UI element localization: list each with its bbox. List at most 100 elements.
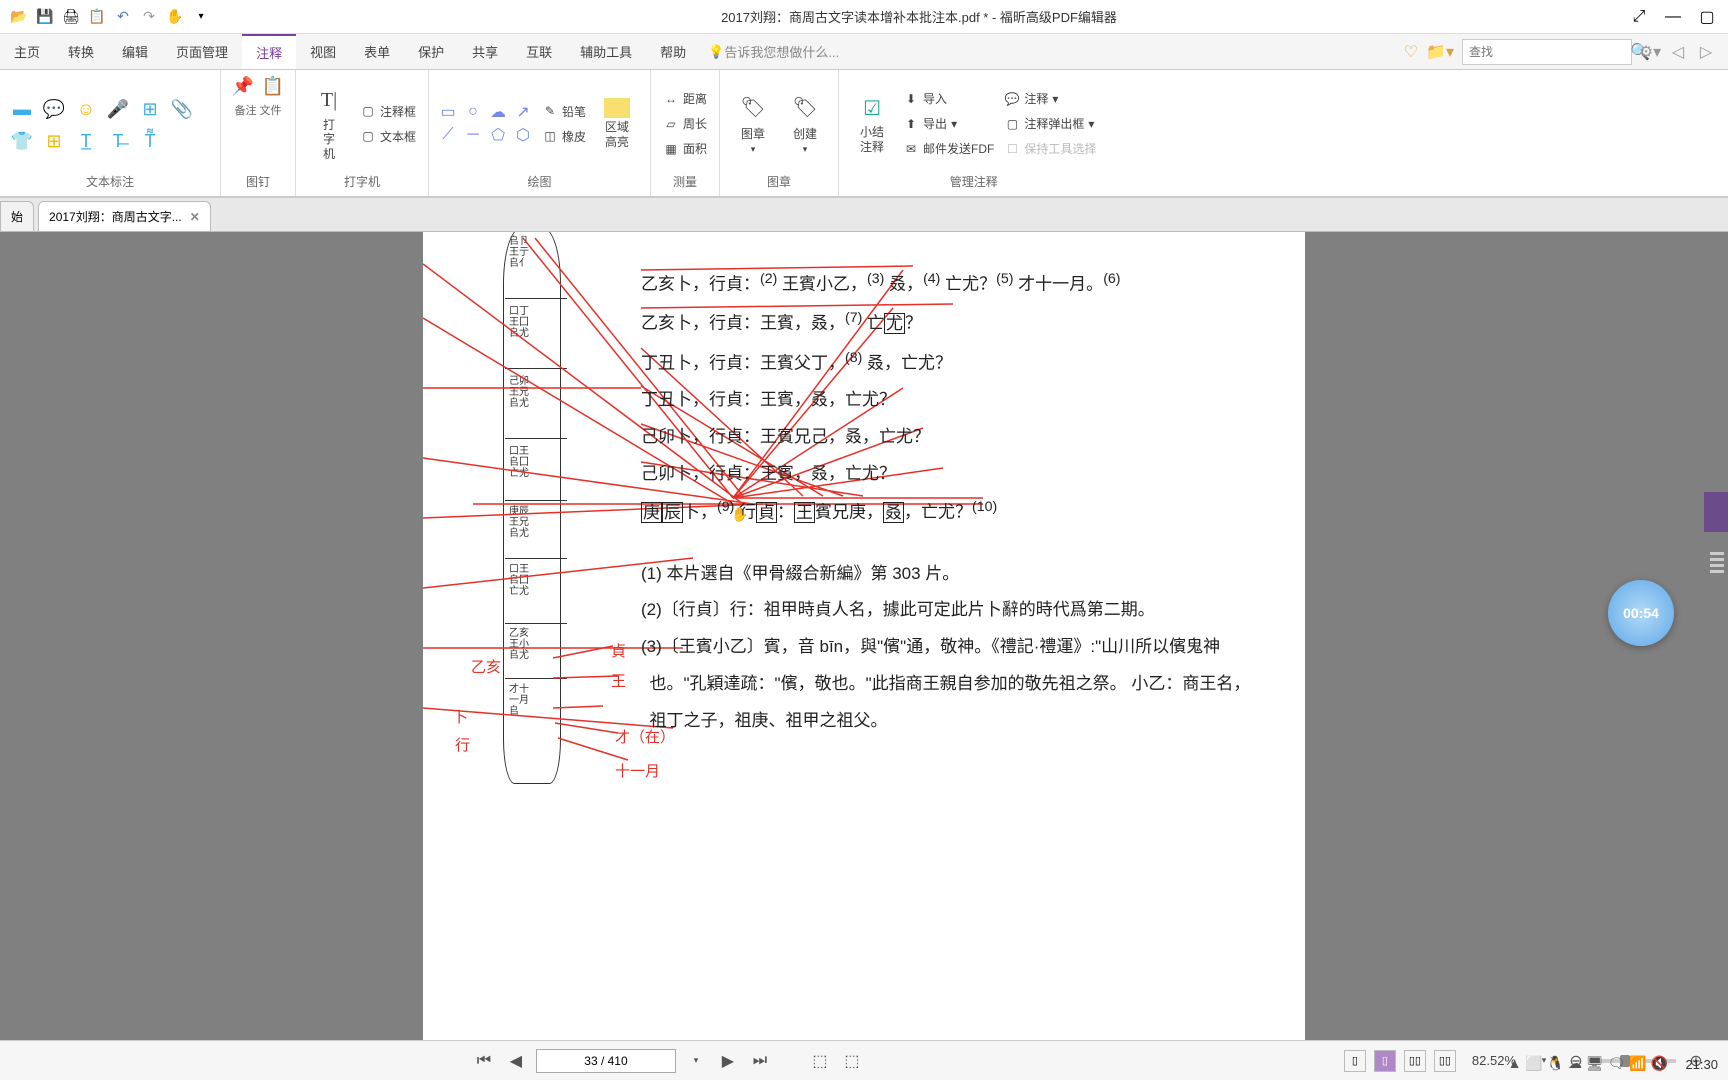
comment-icon[interactable]: 💬 — [42, 98, 66, 122]
line-icon[interactable]: ─ — [464, 126, 482, 144]
polyline-icon[interactable]: ⟋ — [439, 126, 457, 144]
popup-button[interactable]: ▢注释弹出框 ▾ — [1002, 113, 1098, 135]
menu-accessibility[interactable]: 辅助工具 — [566, 34, 646, 69]
area-button[interactable]: ▦面积 — [661, 138, 709, 160]
side-panel-tab[interactable] — [1704, 492, 1728, 532]
view-facing-cont-icon[interactable]: ▯▯ — [1434, 1050, 1456, 1072]
export-icon: ⬆ — [903, 116, 919, 132]
menu-home[interactable]: 主页 — [0, 34, 54, 69]
audio-icon[interactable]: 🎤 — [106, 98, 130, 122]
collapse-ribbon-icon[interactable]: ⤢ — [1626, 7, 1652, 27]
stamp-button[interactable]: 🏷图章▾ — [730, 89, 776, 159]
screenshot-icon[interactable]: 📋 — [86, 6, 108, 28]
undo-icon[interactable]: ↶ — [112, 6, 134, 28]
system-tray[interactable]: ▲ ⬜ 🐧 ☁ 🖥 🗨 📶 🔇 — [1508, 1055, 1668, 1072]
view-facing-icon[interactable]: ▯▯ — [1404, 1050, 1426, 1072]
menu-protect[interactable]: 保护 — [404, 34, 458, 69]
tab-document[interactable]: 2017刘翔：商周古文字... ✕ — [38, 201, 211, 231]
smiley-icon[interactable]: ☺ — [74, 98, 98, 122]
strike-icon[interactable]: T̶ — [106, 130, 130, 154]
prev-page-icon[interactable]: ◀ — [504, 1049, 528, 1073]
annotations-button[interactable]: 💬注释 ▾ — [1002, 88, 1098, 110]
timer-widget[interactable]: 00:54 — [1608, 580, 1674, 646]
nav-next-icon[interactable]: ▷ — [1696, 42, 1716, 62]
red-label-shiyiyue: 十一月 — [615, 760, 660, 781]
note-icon[interactable]: 📋 — [261, 74, 285, 98]
export-button[interactable]: ⬆导出 ▾ — [901, 113, 996, 135]
open-icon[interactable]: 📂 — [8, 6, 30, 28]
grid-icon[interactable]: ⊞ — [138, 98, 162, 122]
area-highlight-button[interactable]: 区域 高亮 — [594, 94, 640, 153]
redo-icon[interactable]: ↷ — [138, 6, 160, 28]
menu-right: ♡ 📁▾ 🔍 ⚙▾ ◁ ▷ — [1404, 34, 1728, 69]
next-page-icon[interactable]: ▶ — [716, 1049, 740, 1073]
menu-bar: 主页 转换 编辑 页面管理 注释 视图 表单 保护 共享 互联 辅助工具 帮助 … — [0, 34, 1728, 70]
tab-start[interactable]: 始 — [0, 201, 34, 231]
keep-tool-checkbox[interactable]: ☐保持工具选择 — [1002, 138, 1098, 160]
last-page-icon[interactable]: ⏭ — [748, 1049, 772, 1073]
search-input[interactable] — [1463, 45, 1630, 59]
create-stamp-button[interactable]: 🏷创建▾ — [782, 89, 828, 159]
page-dropdown-icon[interactable]: ▾ — [684, 1049, 708, 1073]
menu-share[interactable]: 共享 — [458, 34, 512, 69]
hand-icon[interactable]: ✋ — [164, 6, 186, 28]
layout-a-icon[interactable]: ⬚ — [808, 1049, 832, 1073]
nav-prev-icon[interactable]: ◁ — [1668, 42, 1688, 62]
maximize-icon[interactable]: ▢ — [1694, 7, 1720, 27]
page-number-input[interactable] — [536, 1049, 676, 1073]
dropdown-icon[interactable]: ▾ — [190, 6, 212, 28]
highlight-icon[interactable]: ▬ — [10, 98, 34, 122]
save-icon[interactable]: 💾 — [34, 6, 56, 28]
annotation-box-button[interactable]: ▢注释框 — [358, 100, 418, 122]
typewriter-icon: T| — [314, 86, 344, 116]
folder-icon[interactable]: 📁▾ — [1426, 42, 1454, 62]
gear-icon[interactable]: ⚙▾ — [1640, 42, 1660, 62]
distance-button[interactable]: ↔距离 — [661, 88, 709, 110]
line-6: 己卯卜，行貞：王賓，叒，亡尤？ — [641, 456, 1265, 493]
text-box-button[interactable]: ▢文本框 — [358, 125, 418, 147]
menu-page-manage[interactable]: 页面管理 — [162, 34, 242, 69]
view-single-icon[interactable]: ▯ — [1344, 1050, 1366, 1072]
tell-me-hint[interactable]: 💡 告诉我您想做什么... — [700, 34, 1404, 69]
minimize-icon[interactable]: — — [1660, 7, 1686, 27]
attach-icon[interactable]: 📎 — [170, 98, 194, 122]
summary-button[interactable]: ☑小结 注释 — [849, 89, 895, 158]
print-icon[interactable]: 🖨 — [60, 6, 82, 28]
first-page-icon[interactable]: ⏮ — [472, 1049, 496, 1073]
menu-connect[interactable]: 互联 — [512, 34, 566, 69]
menu-view[interactable]: 视图 — [296, 34, 350, 69]
side-panel-grip[interactable] — [1710, 552, 1724, 573]
send-fdf-button[interactable]: ✉邮件发送FDF — [901, 138, 996, 160]
layout-b-icon[interactable]: ⬚ — [840, 1049, 864, 1073]
menu-form[interactable]: 表单 — [350, 34, 404, 69]
arrow-icon[interactable]: ↗ — [514, 103, 532, 121]
typewriter-button[interactable]: T| 打 字 机 — [306, 82, 352, 165]
eraser-button[interactable]: ◫橡皮 — [540, 125, 588, 147]
perimeter-button[interactable]: ▱周长 — [661, 113, 709, 135]
apps-icon[interactable]: ⊞ — [42, 130, 66, 154]
polygon-icon[interactable]: ⬠ — [489, 126, 507, 144]
title-bar: 📂 💾 🖨 📋 ↶ ↷ ✋ ▾ 2017刘翔：商周古文字读本增补本批注本.pdf… — [0, 0, 1728, 34]
pin-icon[interactable]: 📌 — [231, 74, 255, 98]
underline-icon[interactable]: T̲ — [74, 130, 98, 154]
close-icon[interactable]: ✕ — [190, 210, 200, 224]
menu-convert[interactable]: 转换 — [54, 34, 108, 69]
oval-icon[interactable]: ○ — [464, 103, 482, 121]
hex-icon[interactable]: ⬡ — [514, 126, 532, 144]
import-button[interactable]: ⬇导入 — [901, 88, 996, 110]
shirt-icon[interactable]: 👕 — [10, 130, 34, 154]
menu-help[interactable]: 帮助 — [646, 34, 700, 69]
heart-icon[interactable]: ♡ — [1404, 42, 1418, 62]
menu-annotate[interactable]: 注释 — [242, 34, 296, 69]
rect-icon[interactable]: ▭ — [439, 103, 457, 121]
cloud-icon[interactable]: ☁ — [489, 103, 507, 121]
pencil-button[interactable]: ✎铅笔 — [540, 100, 588, 122]
menu-edit[interactable]: 编辑 — [108, 34, 162, 69]
document-viewport[interactable]: 𠂤卩王亍𠂤亻 口丁王囗𠂤尤 己卯王兄𠂤尤 口王𠂤囗亡尤 庚辰王兄𠂤尤 口王𠂤囗亡… — [0, 232, 1728, 1040]
create-stamp-icon: 🏷 — [790, 93, 820, 123]
red-label-yihai: 乙亥 — [471, 656, 501, 677]
perimeter-icon: ▱ — [663, 116, 679, 132]
squiggly-icon[interactable]: T͌ — [138, 130, 162, 154]
view-continuous-icon[interactable]: ▯ — [1374, 1050, 1396, 1072]
red-label-wang: 王 — [611, 670, 626, 691]
